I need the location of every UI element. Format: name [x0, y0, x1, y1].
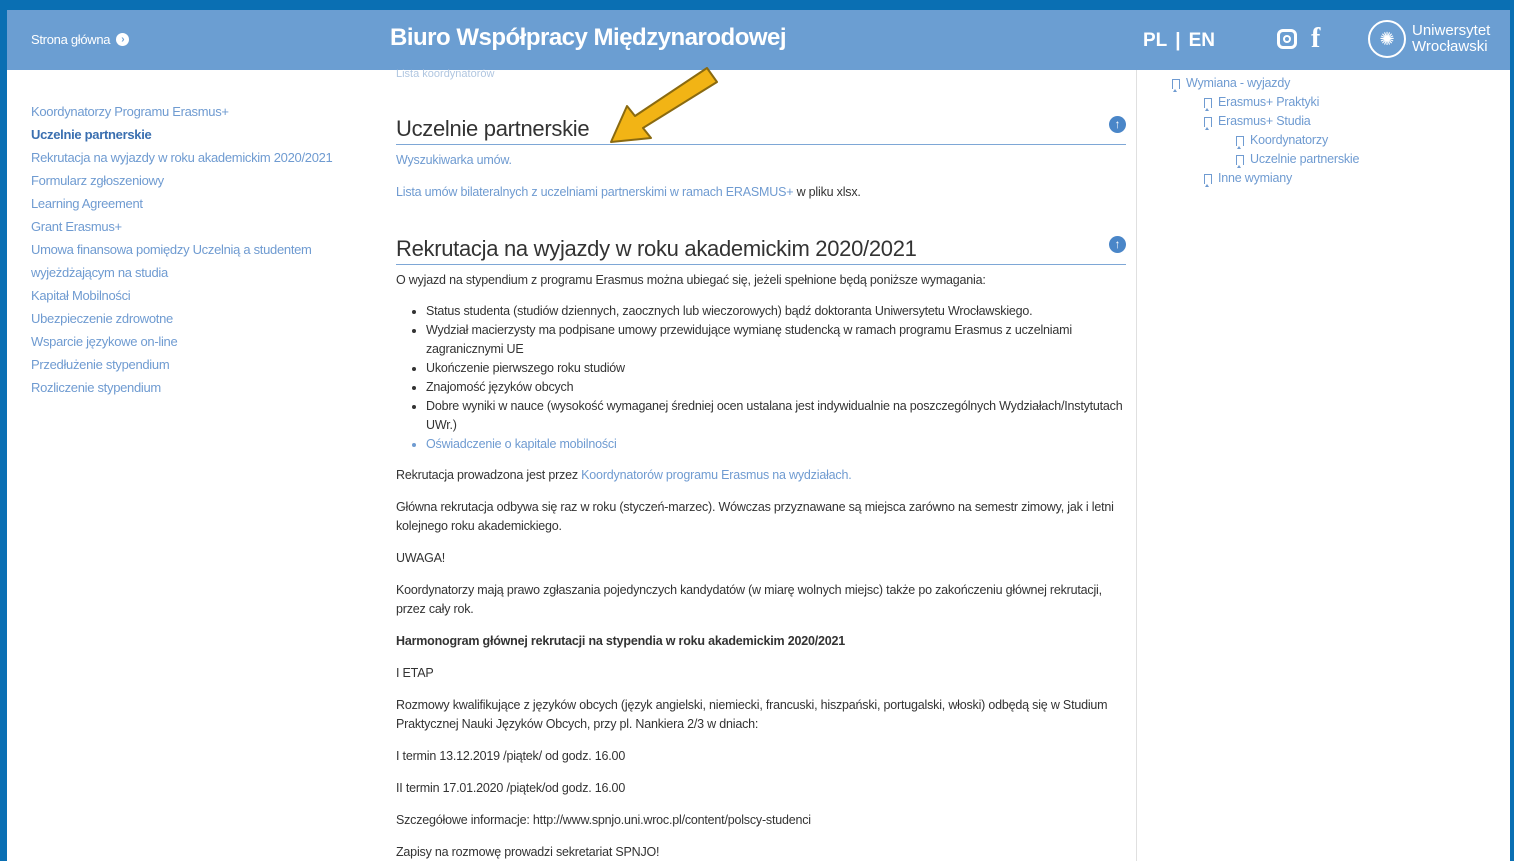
bookmark-icon: [1236, 135, 1244, 149]
bookmark-icon: [1236, 154, 1244, 168]
requirement-item: Znajomość języków obcych: [426, 378, 1126, 397]
cut-off-link[interactable]: Lista koordynatorów: [396, 68, 494, 80]
lang-en-link[interactable]: EN: [1189, 30, 1215, 52]
requirements-list: Status studenta (studiów dziennych, zaoc…: [396, 302, 1126, 454]
stage-label: I ETAP: [396, 666, 434, 680]
bookmark-icon: [1204, 173, 1212, 187]
requirement-item: Ukończenie pierwszego roku studiów: [426, 359, 1126, 378]
main-recruitment-text: Główna rekrutacja odbywa się raz w roku …: [396, 500, 1114, 533]
signup-text: Zapisy na rozmowę prowadzi sekretariat S…: [396, 845, 660, 859]
social-links: f: [1277, 25, 1320, 53]
right-nav-item[interactable]: Wymiana - wyjazdy: [1172, 74, 1359, 93]
left-nav-item[interactable]: Learning Agreement: [31, 192, 361, 215]
left-nav-item[interactable]: Umowa finansowa pomiędzy Uczelnią a stud…: [31, 238, 361, 261]
coordinator-note: Koordynatorzy mają prawo zgłaszania poje…: [396, 583, 1102, 616]
university-logo[interactable]: ✺ Uniwersytet Wrocławski: [1368, 20, 1490, 58]
right-sidebar-nav: Wymiana - wyjazdy Erasmus+ Praktyki Erasmu…: [1172, 74, 1359, 188]
right-nav-item[interactable]: Erasmus+ Praktyki: [1204, 93, 1359, 112]
requirement-item: Status studenta (studiów dziennych, zaoc…: [426, 302, 1126, 321]
uni-name-line1: Uniwersytet: [1412, 22, 1491, 39]
term-2: II termin 17.01.2020 /piątek/od godz. 16…: [396, 781, 626, 795]
scroll-top-icon[interactable]: ↑: [1109, 236, 1126, 253]
details-text: Szczegółowe informacje: http://www.spnjo…: [396, 813, 811, 827]
agreements-search-link[interactable]: Wyszukiwarka umów.: [396, 153, 512, 167]
right-nav-item[interactable]: Uczelnie partnerskie: [1236, 150, 1359, 169]
main-content: Lista koordynatorów Uczelnie partnerskie…: [396, 68, 1126, 861]
right-nav-label: Erasmus+ Praktyki: [1218, 95, 1320, 109]
requirement-item: Wydział macierzysty ma podpisane umowy p…: [426, 321, 1126, 359]
xlsx-suffix: w pliku xlsx.: [793, 185, 861, 199]
intro-text: O wyjazd na stypendium z programu Erasmu…: [396, 273, 986, 287]
left-nav-item[interactable]: wyjeżdżającym na studia: [31, 261, 361, 284]
bilateral-agreements-link[interactable]: Lista umów bilateralnych z uczelniami pa…: [396, 185, 794, 199]
left-nav-item[interactable]: Uczelnie partnerskie: [31, 123, 361, 146]
facebook-icon[interactable]: f: [1311, 25, 1320, 53]
left-nav-item[interactable]: Wsparcie językowe on-line: [31, 330, 361, 353]
section-partner-universities: Uczelnie partnerskie ↑: [396, 116, 1126, 145]
university-seal-icon: ✺: [1368, 20, 1406, 58]
left-nav-item[interactable]: Grant Erasmus+: [31, 215, 361, 238]
lang-pl-link[interactable]: PL: [1143, 30, 1167, 52]
recruit-prefix: Rekrutacja prowadzona jest przez: [396, 468, 582, 482]
left-nav-item[interactable]: Koordynatorzy Programu Erasmus+: [31, 100, 361, 123]
site-title: Biuro Współpracy Międzynarodowej: [390, 24, 787, 51]
arrow-right-circle-icon: ›: [116, 33, 130, 46]
section-recruitment: Rekrutacja na wyjazdy w roku akademickim…: [396, 236, 1126, 265]
interviews-text: Rozmowy kwalifikujące z języków obcych (…: [396, 698, 1108, 731]
requirement-item: Dobre wyniki w nauce (wysokość wymaganej…: [426, 397, 1126, 435]
right-nav-label: Wymiana - wyjazdy: [1186, 76, 1291, 90]
right-nav-label: Uczelnie partnerskie: [1250, 152, 1360, 166]
section-title: Uczelnie partnerskie: [396, 116, 590, 141]
left-nav-item[interactable]: Kapitał Mobilności: [31, 284, 361, 307]
left-nav-item[interactable]: Formularz zgłoszeniowy: [31, 169, 361, 192]
scroll-top-icon[interactable]: ↑: [1109, 116, 1126, 133]
left-sidebar-nav: Koordynatorzy Programu Erasmus+ Uczelnie …: [31, 100, 361, 399]
right-nav-label: Koordynatorzy: [1250, 133, 1328, 147]
column-divider: [1136, 70, 1137, 861]
right-nav-label: Inne wymiany: [1218, 171, 1293, 185]
schedule-title: Harmonogram głównej rekrutacji na stypen…: [396, 634, 845, 648]
language-switcher: PL | EN: [1143, 30, 1215, 52]
left-nav-item[interactable]: Ubezpieczenie zdrowotne: [31, 307, 361, 330]
lang-separator: |: [1175, 30, 1181, 51]
instagram-icon[interactable]: [1277, 29, 1297, 49]
bookmark-icon: [1172, 78, 1180, 92]
left-nav-item[interactable]: Przedłużenie stypendium: [31, 353, 361, 376]
home-link[interactable]: Strona główna ›: [31, 32, 130, 47]
bookmark-icon: [1204, 116, 1212, 130]
faculty-coordinators-link[interactable]: Koordynatorów programu Erasmus na wydzia…: [581, 468, 852, 482]
right-nav-item[interactable]: Inne wymiany: [1204, 169, 1359, 188]
right-nav-label: Erasmus+ Studia: [1218, 114, 1311, 128]
bookmark-icon: [1204, 97, 1212, 111]
uwaga-text: UWAGA!: [396, 551, 446, 565]
right-nav-item[interactable]: Koordynatorzy: [1236, 131, 1359, 150]
term-1: I termin 13.12.2019 /piątek/ od godz. 16…: [396, 749, 626, 763]
left-nav-item[interactable]: Rekrutacja na wyjazdy w roku akademickim…: [31, 146, 361, 169]
requirement-item[interactable]: Oświadczenie o kapitale mobilności: [426, 435, 1126, 454]
section-title: Rekrutacja na wyjazdy w roku akademickim…: [396, 236, 917, 261]
site-header: Strona główna › Biuro Współpracy Międzyn…: [7, 10, 1510, 70]
browser-page: Strona główna › Biuro Współpracy Międzyn…: [7, 10, 1510, 861]
home-label: Strona główna: [31, 32, 111, 47]
left-nav-item[interactable]: Rozliczenie stypendium: [31, 376, 361, 399]
right-nav-item[interactable]: Erasmus+ Studia: [1204, 112, 1359, 131]
annotation-arrow-icon: [610, 67, 718, 143]
uni-name-line2: Wrocławski: [1412, 38, 1488, 55]
